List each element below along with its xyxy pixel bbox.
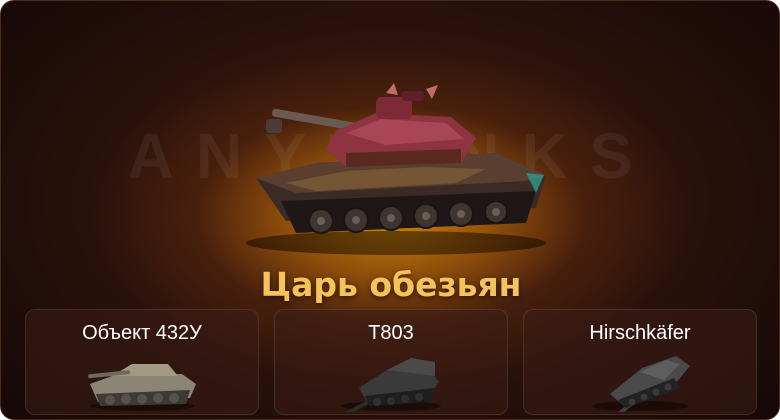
reward-card: ANYTANKS: [0, 0, 780, 420]
tank-tile-hirschkafer[interactable]: Hirschkäfer: [523, 309, 757, 415]
featured-tank-name: Царь обезьян: [260, 265, 522, 304]
tank-icon: [88, 364, 196, 411]
tank-icon: [592, 356, 690, 412]
tank-name: T803: [368, 322, 414, 344]
tank-icon: [341, 358, 441, 412]
featured-tank-icon: [246, 83, 546, 255]
tank-name: Объект 432У: [82, 322, 202, 344]
tank-tile-t803[interactable]: T803: [274, 309, 508, 415]
tank-tile-object-432u[interactable]: Объект 432У: [25, 309, 259, 415]
tank-name: Hirschkäfer: [589, 322, 691, 344]
